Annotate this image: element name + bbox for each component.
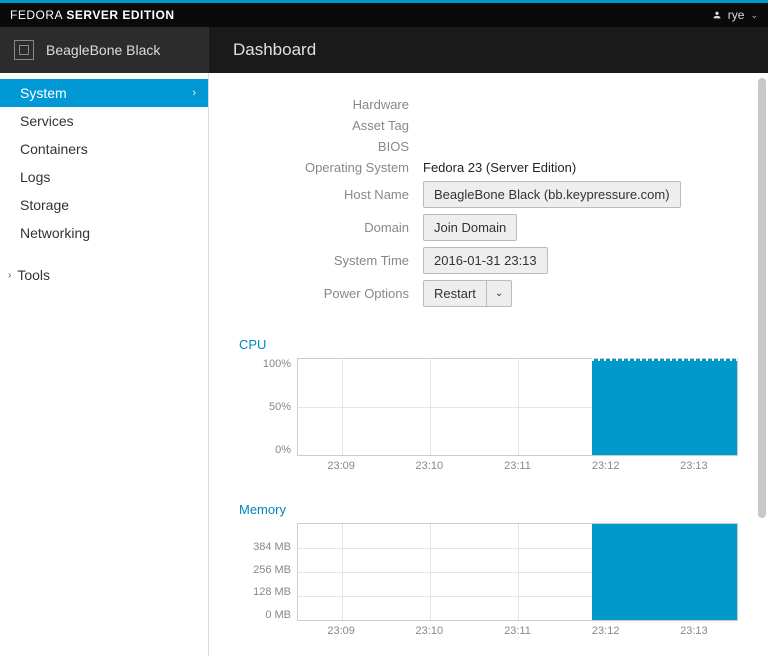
sidebar: System › Services Containers Logs Storag… bbox=[0, 73, 209, 656]
chevron-down-icon: ⌄ bbox=[750, 10, 758, 21]
label-hardware: Hardware bbox=[239, 97, 409, 112]
memory-chart bbox=[297, 523, 738, 621]
header-bar: BeagleBone Black Dashboard bbox=[0, 27, 768, 73]
label-power: Power Options bbox=[239, 286, 409, 301]
host-name: BeagleBone Black bbox=[46, 42, 160, 58]
sidebar-item-storage[interactable]: Storage bbox=[0, 191, 208, 219]
cpu-x-axis: 23:09 23:10 23:11 23:12 23:13 bbox=[297, 460, 738, 474]
sidebar-item-label: Logs bbox=[20, 169, 50, 185]
value-os: Fedora 23 (Server Edition) bbox=[423, 160, 738, 175]
content-area: Hardware Asset Tag BIOS Operating System… bbox=[209, 73, 768, 656]
label-asset-tag: Asset Tag bbox=[239, 118, 409, 133]
sidebar-item-logs[interactable]: Logs bbox=[0, 163, 208, 191]
memory-fill bbox=[592, 524, 737, 620]
sidebar-section-tools[interactable]: › Tools bbox=[0, 257, 208, 289]
top-bar: FEDORA SERVER EDITION rye ⌄ bbox=[0, 3, 768, 27]
sidebar-item-label: Containers bbox=[20, 141, 88, 157]
page-title: Dashboard bbox=[209, 27, 316, 73]
join-domain-button[interactable]: Join Domain bbox=[423, 214, 517, 241]
system-info: Hardware Asset Tag BIOS Operating System… bbox=[239, 97, 738, 307]
sidebar-item-label: Services bbox=[20, 113, 74, 129]
sidebar-item-label: Storage bbox=[20, 197, 69, 213]
cpu-chart-title[interactable]: CPU bbox=[239, 337, 738, 352]
sidebar-item-containers[interactable]: Containers bbox=[0, 135, 208, 163]
user-menu[interactable]: rye ⌄ bbox=[712, 8, 758, 22]
brand-bold: SERVER EDITION bbox=[66, 8, 174, 22]
label-system-time: System Time bbox=[239, 253, 409, 268]
sidebar-item-system[interactable]: System › bbox=[0, 79, 208, 107]
server-icon bbox=[14, 40, 34, 60]
system-time-button[interactable]: 2016-01-31 23:13 bbox=[423, 247, 548, 274]
user-icon bbox=[712, 10, 722, 20]
memory-chart-section: Memory 384 MB 256 MB 128 MB 0 MB bbox=[239, 502, 738, 639]
cpu-y-axis: 100% 50% 0% bbox=[239, 358, 297, 456]
cpu-chart-section: CPU 100% 50% 0% bbox=[239, 337, 738, 474]
sidebar-item-services[interactable]: Services bbox=[0, 107, 208, 135]
label-bios: BIOS bbox=[239, 139, 409, 154]
sidebar-item-label: Networking bbox=[20, 225, 90, 241]
chevron-right-icon: › bbox=[8, 270, 11, 281]
memory-chart-title[interactable]: Memory bbox=[239, 502, 738, 517]
hostname-button[interactable]: BeagleBone Black (bb.keypressure.com) bbox=[423, 181, 681, 208]
memory-y-axis: 384 MB 256 MB 128 MB 0 MB bbox=[239, 523, 297, 621]
sidebar-section-label: Tools bbox=[17, 267, 50, 283]
label-domain: Domain bbox=[239, 220, 409, 235]
label-hostname: Host Name bbox=[239, 187, 409, 202]
cpu-chart bbox=[297, 358, 738, 456]
brand: FEDORA SERVER EDITION bbox=[10, 8, 175, 22]
brand-light: FEDORA bbox=[10, 8, 63, 22]
chevron-right-icon: › bbox=[192, 87, 196, 99]
label-os: Operating System bbox=[239, 160, 409, 175]
sidebar-item-label: System bbox=[20, 85, 67, 101]
sidebar-item-networking[interactable]: Networking bbox=[0, 219, 208, 247]
cpu-fill bbox=[592, 359, 737, 455]
power-options-dropdown[interactable]: ⌄ bbox=[486, 280, 512, 307]
scrollbar[interactable] bbox=[758, 78, 766, 518]
user-name: rye bbox=[728, 8, 745, 22]
restart-button[interactable]: Restart bbox=[423, 280, 486, 307]
host-selector[interactable]: BeagleBone Black bbox=[0, 27, 209, 73]
memory-x-axis: 23:09 23:10 23:11 23:12 23:13 bbox=[297, 625, 738, 639]
